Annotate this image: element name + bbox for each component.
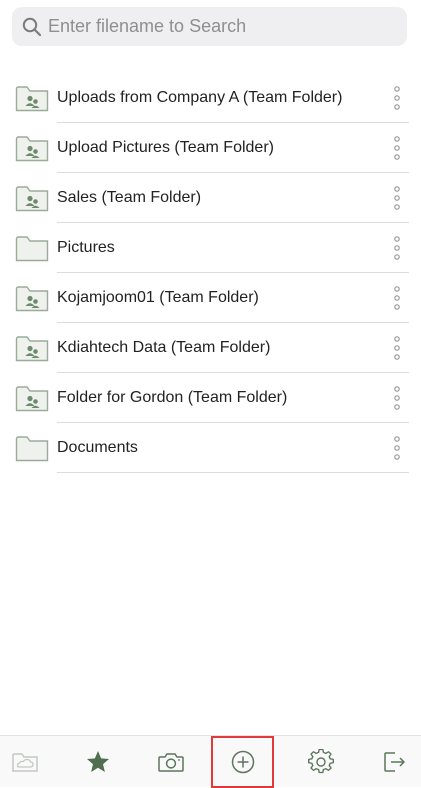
folder-name: Sales (Team Folder) (57, 189, 202, 206)
search-icon (22, 17, 42, 36)
folder-row[interactable]: Sales (Team Folder) (0, 173, 421, 223)
tab-logout[interactable] (369, 736, 419, 788)
tab-add[interactable] (211, 736, 274, 788)
bottom-tab-bar (0, 735, 421, 788)
folder-name: Upload Pictures (Team Folder) (57, 139, 274, 156)
folder-name: Folder for Gordon (Team Folder) (57, 389, 288, 406)
add-icon (231, 750, 254, 774)
camera-icon (158, 753, 184, 772)
team-folder-icon (15, 86, 49, 112)
more-options-icon[interactable] (386, 135, 408, 161)
folder-name: Kdiahtech Data (Team Folder) (57, 339, 271, 356)
more-options-icon[interactable] (386, 185, 408, 211)
team-folder-icon (15, 336, 49, 362)
more-options-icon[interactable] (386, 85, 408, 111)
folder-name: Uploads from Company A (Team Folder) (57, 89, 343, 106)
team-folder-icon (15, 286, 49, 312)
cloud-folder-icon (12, 753, 38, 772)
gear-icon (308, 749, 334, 774)
folder-row[interactable]: Upload Pictures (Team Folder) (0, 123, 421, 173)
tab-cloud-folder[interactable] (0, 736, 50, 788)
more-options-icon[interactable] (386, 335, 408, 361)
folder-row[interactable]: Pictures (0, 223, 421, 273)
team-folder-icon (15, 386, 49, 412)
tab-settings[interactable] (296, 736, 346, 788)
row-divider (57, 472, 409, 473)
search-bar[interactable] (12, 7, 407, 46)
tab-camera[interactable] (146, 736, 196, 788)
folder-name: Pictures (57, 239, 115, 256)
folder-list: Uploads from Company A (Team Folder) Upl… (0, 73, 421, 473)
search-input[interactable] (48, 16, 388, 37)
folder-icon (15, 236, 49, 262)
more-options-icon[interactable] (386, 235, 408, 261)
folder-row[interactable]: Kdiahtech Data (Team Folder) (0, 323, 421, 373)
folder-row[interactable]: Uploads from Company A (Team Folder) (0, 73, 421, 123)
folder-row[interactable]: Kojamjoom01 (Team Folder) (0, 273, 421, 323)
more-options-icon[interactable] (386, 285, 408, 311)
folder-name: Kojamjoom01 (Team Folder) (57, 289, 259, 306)
star-icon (87, 751, 109, 772)
folder-row[interactable]: Folder for Gordon (Team Folder) (0, 373, 421, 423)
more-options-icon[interactable] (386, 385, 408, 411)
team-folder-icon (15, 136, 49, 162)
more-options-icon[interactable] (386, 435, 408, 461)
logout-icon (384, 752, 405, 772)
team-folder-icon (15, 186, 49, 212)
folder-name: Documents (57, 439, 138, 456)
tab-favorites[interactable] (73, 736, 123, 788)
folder-row[interactable]: Documents (0, 423, 421, 473)
folder-icon (15, 436, 49, 462)
